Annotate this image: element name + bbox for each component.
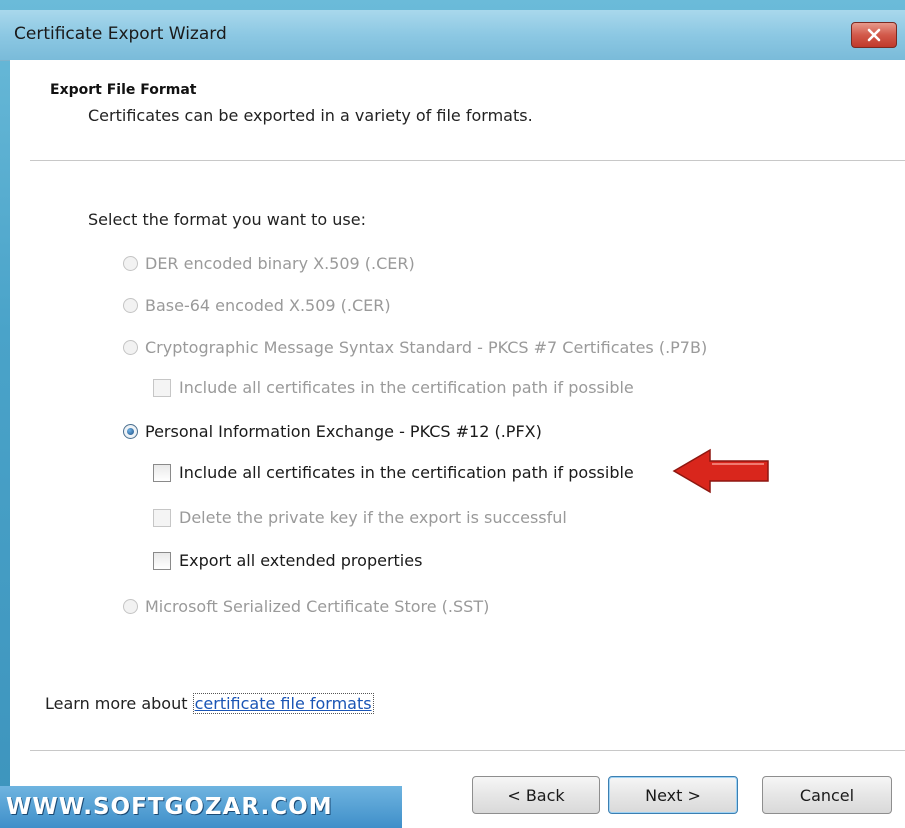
checkbox[interactable] bbox=[153, 378, 171, 397]
radio-der-label: DER encoded binary X.509 (.CER) bbox=[145, 254, 415, 273]
window-title: Certificate Export Wizard bbox=[14, 24, 227, 44]
close-button[interactable] bbox=[851, 22, 897, 48]
learn-more-text: Learn more about certificate file format… bbox=[45, 693, 374, 714]
radio-pkcs7-label: Cryptographic Message Syntax Standard - … bbox=[145, 338, 708, 357]
certificate-formats-link[interactable]: certificate file formats bbox=[192, 693, 374, 714]
radio-dot-icon bbox=[127, 428, 134, 435]
radio-button-selected[interactable] bbox=[123, 424, 138, 439]
header-divider bbox=[30, 160, 905, 162]
cancel-button[interactable]: Cancel bbox=[762, 776, 892, 814]
checkbox[interactable] bbox=[153, 551, 171, 570]
page-subtitle: Certificates can be exported in a variet… bbox=[88, 106, 533, 125]
wizard-client-area: Export File Format Certificates can be e… bbox=[10, 60, 905, 828]
radio-sst-label: Microsoft Serialized Certificate Store (… bbox=[145, 597, 490, 616]
radio-base64[interactable]: Base-64 encoded X.509 (.CER) bbox=[123, 296, 391, 315]
radio-sst[interactable]: Microsoft Serialized Certificate Store (… bbox=[123, 597, 489, 616]
radio-der[interactable]: DER encoded binary X.509 (.CER) bbox=[123, 254, 415, 273]
footer-divider bbox=[30, 750, 905, 752]
back-button[interactable]: < Back bbox=[472, 776, 600, 814]
radio-pkcs7[interactable]: Cryptographic Message Syntax Standard - … bbox=[123, 338, 707, 357]
checkbox-pkcs7-include[interactable]: Include all certificates in the certific… bbox=[153, 378, 634, 397]
checkbox[interactable] bbox=[153, 463, 171, 482]
title-bar[interactable]: Certificate Export Wizard bbox=[0, 10, 905, 61]
radio-base64-label: Base-64 encoded X.509 (.CER) bbox=[145, 296, 391, 315]
radio-button[interactable] bbox=[123, 599, 138, 614]
checkbox-pfx-include[interactable]: Include all certificates in the certific… bbox=[153, 463, 634, 482]
checkbox-delete-private-key[interactable]: Delete the private key if the export is … bbox=[153, 508, 567, 527]
checkbox-pkcs7-include-label: Include all certificates in the certific… bbox=[179, 378, 634, 397]
radio-pfx[interactable]: Personal Information Exchange - PKCS #12… bbox=[123, 422, 542, 441]
checkbox-delete-private-key-label: Delete the private key if the export is … bbox=[179, 508, 567, 527]
checkbox-pfx-include-label: Include all certificates in the certific… bbox=[179, 463, 634, 482]
close-icon bbox=[867, 28, 881, 42]
radio-pfx-label: Personal Information Exchange - PKCS #12… bbox=[145, 422, 542, 441]
checkbox[interactable] bbox=[153, 508, 171, 527]
certificate-export-wizard-window: Certificate Export Wizard Export File Fo… bbox=[0, 10, 905, 828]
page-title: Export File Format bbox=[50, 82, 197, 98]
radio-button[interactable] bbox=[123, 256, 138, 271]
next-button[interactable]: Next > bbox=[608, 776, 738, 814]
radio-button[interactable] bbox=[123, 340, 138, 355]
red-arrow-icon bbox=[672, 448, 769, 494]
checkbox-export-extended[interactable]: Export all extended properties bbox=[153, 551, 422, 570]
watermark: WWW.SOFTGOZAR.COM bbox=[0, 786, 402, 828]
radio-button[interactable] bbox=[123, 298, 138, 313]
learn-more-prefix: Learn more about bbox=[45, 694, 193, 713]
checkbox-export-extended-label: Export all extended properties bbox=[179, 551, 423, 570]
format-prompt: Select the format you want to use: bbox=[88, 210, 366, 229]
